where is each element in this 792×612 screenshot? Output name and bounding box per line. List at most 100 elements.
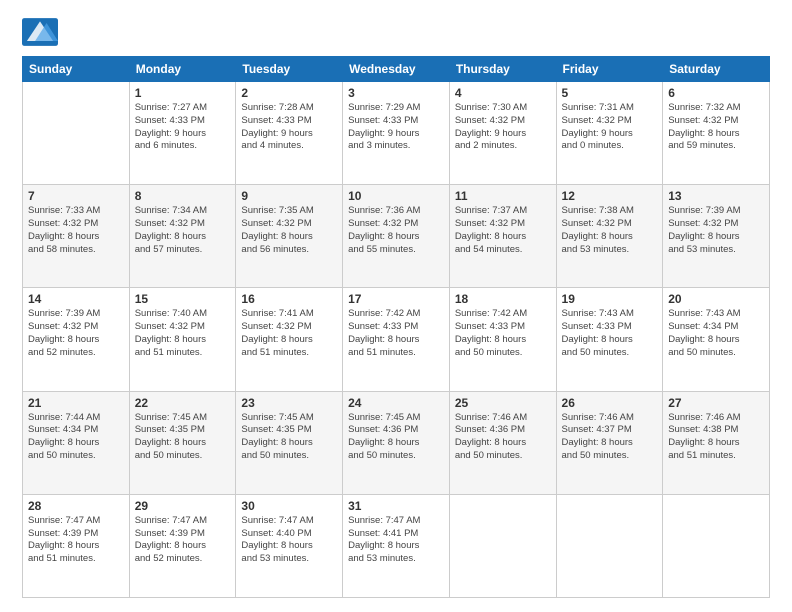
day-info: Sunrise: 7:39 AMSunset: 4:32 PMDaylight:…: [28, 308, 124, 359]
calendar-cell: 18Sunrise: 7:42 AMSunset: 4:33 PMDayligh…: [449, 288, 556, 391]
calendar-cell: 21 Sunrise: 7:44 AMSunset: 4:34 PMDayligh…: [23, 391, 130, 494]
day-info: Sunrise: 7:44 AMSunset: 4:34 PMDaylight:…: [28, 412, 124, 463]
calendar-cell: 9 Sunrise: 7:35 AMSunset: 4:32 PMDaylight…: [236, 185, 343, 288]
calendar-cell: 31 Sunrise: 7:47 AMSunset: 4:41 PMDayligh…: [343, 494, 450, 597]
calendar-cell: 10Sunrise: 7:36 AMSunset: 4:32 PMDayligh…: [343, 185, 450, 288]
weekday-header-row: SundayMondayTuesdayWednesdayThursdayFrid…: [23, 57, 770, 82]
calendar-cell: 26 Sunrise: 7:46 AMSunset: 4:37 PMDayligh…: [556, 391, 663, 494]
weekday-header-friday: Friday: [556, 57, 663, 82]
calendar-cell: 3 Sunrise: 7:29 AMSunset: 4:33 PMDaylight…: [343, 82, 450, 185]
day-number: 20: [668, 292, 764, 306]
calendar-cell: 17 Sunrise: 7:42 AMSunset: 4:33 PMDayligh…: [343, 288, 450, 391]
day-info: Sunrise: 7:46 AMSunset: 4:37 PMDaylight:…: [562, 412, 658, 463]
calendar-week-row: 21 Sunrise: 7:44 AMSunset: 4:34 PMDayligh…: [23, 391, 770, 494]
calendar-cell: 24 Sunrise: 7:45 AMSunset: 4:36 PMDayligh…: [343, 391, 450, 494]
page: SundayMondayTuesdayWednesdayThursdayFrid…: [0, 0, 792, 612]
day-info: Sunrise: 7:27 AMSunset: 4:33 PMDaylight:…: [135, 102, 231, 153]
day-info: Sunrise: 7:42 AMSunset: 4:33 PMDaylight:…: [348, 308, 444, 359]
calendar-cell: 11 Sunrise: 7:37 AMSunset: 4:32 PMDayligh…: [449, 185, 556, 288]
day-number: 7: [28, 189, 124, 203]
day-info: Sunrise: 7:39 AMSunset: 4:32 PMDaylight:…: [668, 205, 764, 256]
calendar-cell: 6 Sunrise: 7:32 AMSunset: 4:32 PMDaylight…: [663, 82, 770, 185]
calendar-cell: 23 Sunrise: 7:45 AMSunset: 4:35 PMDayligh…: [236, 391, 343, 494]
day-number: 2: [241, 86, 337, 100]
day-number: 31: [348, 499, 444, 513]
day-info: Sunrise: 7:34 AMSunset: 4:32 PMDaylight:…: [135, 205, 231, 256]
day-info: Sunrise: 7:45 AMSunset: 4:36 PMDaylight:…: [348, 412, 444, 463]
weekday-header-monday: Monday: [129, 57, 236, 82]
day-info: Sunrise: 7:40 AMSunset: 4:32 PMDaylight:…: [135, 308, 231, 359]
day-number: 27: [668, 396, 764, 410]
calendar-cell: [556, 494, 663, 597]
calendar-cell: 7 Sunrise: 7:33 AMSunset: 4:32 PMDaylight…: [23, 185, 130, 288]
day-info: Sunrise: 7:45 AMSunset: 4:35 PMDaylight:…: [241, 412, 337, 463]
day-info: Sunrise: 7:43 AMSunset: 4:33 PMDaylight:…: [562, 308, 658, 359]
weekday-header-thursday: Thursday: [449, 57, 556, 82]
calendar-cell: 15Sunrise: 7:40 AMSunset: 4:32 PMDayligh…: [129, 288, 236, 391]
day-number: 29: [135, 499, 231, 513]
day-number: 1: [135, 86, 231, 100]
day-info: Sunrise: 7:31 AMSunset: 4:32 PMDaylight:…: [562, 102, 658, 153]
day-number: 9: [241, 189, 337, 203]
day-number: 5: [562, 86, 658, 100]
weekday-header-wednesday: Wednesday: [343, 57, 450, 82]
day-info: Sunrise: 7:29 AMSunset: 4:33 PMDaylight:…: [348, 102, 444, 153]
day-number: 8: [135, 189, 231, 203]
weekday-header-saturday: Saturday: [663, 57, 770, 82]
day-info: Sunrise: 7:41 AMSunset: 4:32 PMDaylight:…: [241, 308, 337, 359]
day-info: Sunrise: 7:37 AMSunset: 4:32 PMDaylight:…: [455, 205, 551, 256]
calendar-cell: 25Sunrise: 7:46 AMSunset: 4:36 PMDayligh…: [449, 391, 556, 494]
day-number: 12: [562, 189, 658, 203]
calendar-cell: 5 Sunrise: 7:31 AMSunset: 4:32 PMDaylight…: [556, 82, 663, 185]
day-number: 19: [562, 292, 658, 306]
day-info: Sunrise: 7:45 AMSunset: 4:35 PMDaylight:…: [135, 412, 231, 463]
calendar-cell: 8 Sunrise: 7:34 AMSunset: 4:32 PMDaylight…: [129, 185, 236, 288]
day-info: Sunrise: 7:28 AMSunset: 4:33 PMDaylight:…: [241, 102, 337, 153]
calendar-cell: 30Sunrise: 7:47 AMSunset: 4:40 PMDayligh…: [236, 494, 343, 597]
day-number: 13: [668, 189, 764, 203]
calendar-cell: 19 Sunrise: 7:43 AMSunset: 4:33 PMDayligh…: [556, 288, 663, 391]
calendar-cell: 12 Sunrise: 7:38 AMSunset: 4:32 PMDayligh…: [556, 185, 663, 288]
day-info: Sunrise: 7:47 AMSunset: 4:39 PMDaylight:…: [135, 515, 231, 566]
day-info: Sunrise: 7:46 AMSunset: 4:36 PMDaylight:…: [455, 412, 551, 463]
day-number: 17: [348, 292, 444, 306]
calendar-cell: 1 Sunrise: 7:27 AMSunset: 4:33 PMDaylight…: [129, 82, 236, 185]
calendar-cell: 27 Sunrise: 7:46 AMSunset: 4:38 PMDayligh…: [663, 391, 770, 494]
day-info: Sunrise: 7:47 AMSunset: 4:41 PMDaylight:…: [348, 515, 444, 566]
day-info: Sunrise: 7:46 AMSunset: 4:38 PMDaylight:…: [668, 412, 764, 463]
calendar-cell: [23, 82, 130, 185]
calendar-cell: [663, 494, 770, 597]
day-info: Sunrise: 7:47 AMSunset: 4:39 PMDaylight:…: [28, 515, 124, 566]
day-info: Sunrise: 7:33 AMSunset: 4:32 PMDaylight:…: [28, 205, 124, 256]
day-number: 6: [668, 86, 764, 100]
calendar-cell: 29 Sunrise: 7:47 AMSunset: 4:39 PMDayligh…: [129, 494, 236, 597]
calendar-week-row: 1 Sunrise: 7:27 AMSunset: 4:33 PMDaylight…: [23, 82, 770, 185]
day-number: 16: [241, 292, 337, 306]
day-info: Sunrise: 7:35 AMSunset: 4:32 PMDaylight:…: [241, 205, 337, 256]
calendar-cell: 20 Sunrise: 7:43 AMSunset: 4:34 PMDayligh…: [663, 288, 770, 391]
day-number: 4: [455, 86, 551, 100]
logo: [22, 18, 64, 46]
day-info: Sunrise: 7:43 AMSunset: 4:34 PMDaylight:…: [668, 308, 764, 359]
day-number: 26: [562, 396, 658, 410]
day-number: 23: [241, 396, 337, 410]
header: [22, 18, 770, 46]
day-number: 21: [28, 396, 124, 410]
day-number: 28: [28, 499, 124, 513]
day-info: Sunrise: 7:38 AMSunset: 4:32 PMDaylight:…: [562, 205, 658, 256]
day-number: 3: [348, 86, 444, 100]
calendar-cell: 16 Sunrise: 7:41 AMSunset: 4:32 PMDayligh…: [236, 288, 343, 391]
day-number: 18: [455, 292, 551, 306]
day-number: 22: [135, 396, 231, 410]
day-number: 30: [241, 499, 337, 513]
calendar-cell: 28 Sunrise: 7:47 AMSunset: 4:39 PMDayligh…: [23, 494, 130, 597]
calendar-cell: 14Sunrise: 7:39 AMSunset: 4:32 PMDayligh…: [23, 288, 130, 391]
day-info: Sunrise: 7:32 AMSunset: 4:32 PMDaylight:…: [668, 102, 764, 153]
weekday-header-tuesday: Tuesday: [236, 57, 343, 82]
calendar-week-row: 7 Sunrise: 7:33 AMSunset: 4:32 PMDaylight…: [23, 185, 770, 288]
weekday-header-sunday: Sunday: [23, 57, 130, 82]
day-number: 24: [348, 396, 444, 410]
calendar-cell: 13 Sunrise: 7:39 AMSunset: 4:32 PMDayligh…: [663, 185, 770, 288]
day-number: 11: [455, 189, 551, 203]
calendar-table: SundayMondayTuesdayWednesdayThursdayFrid…: [22, 56, 770, 598]
